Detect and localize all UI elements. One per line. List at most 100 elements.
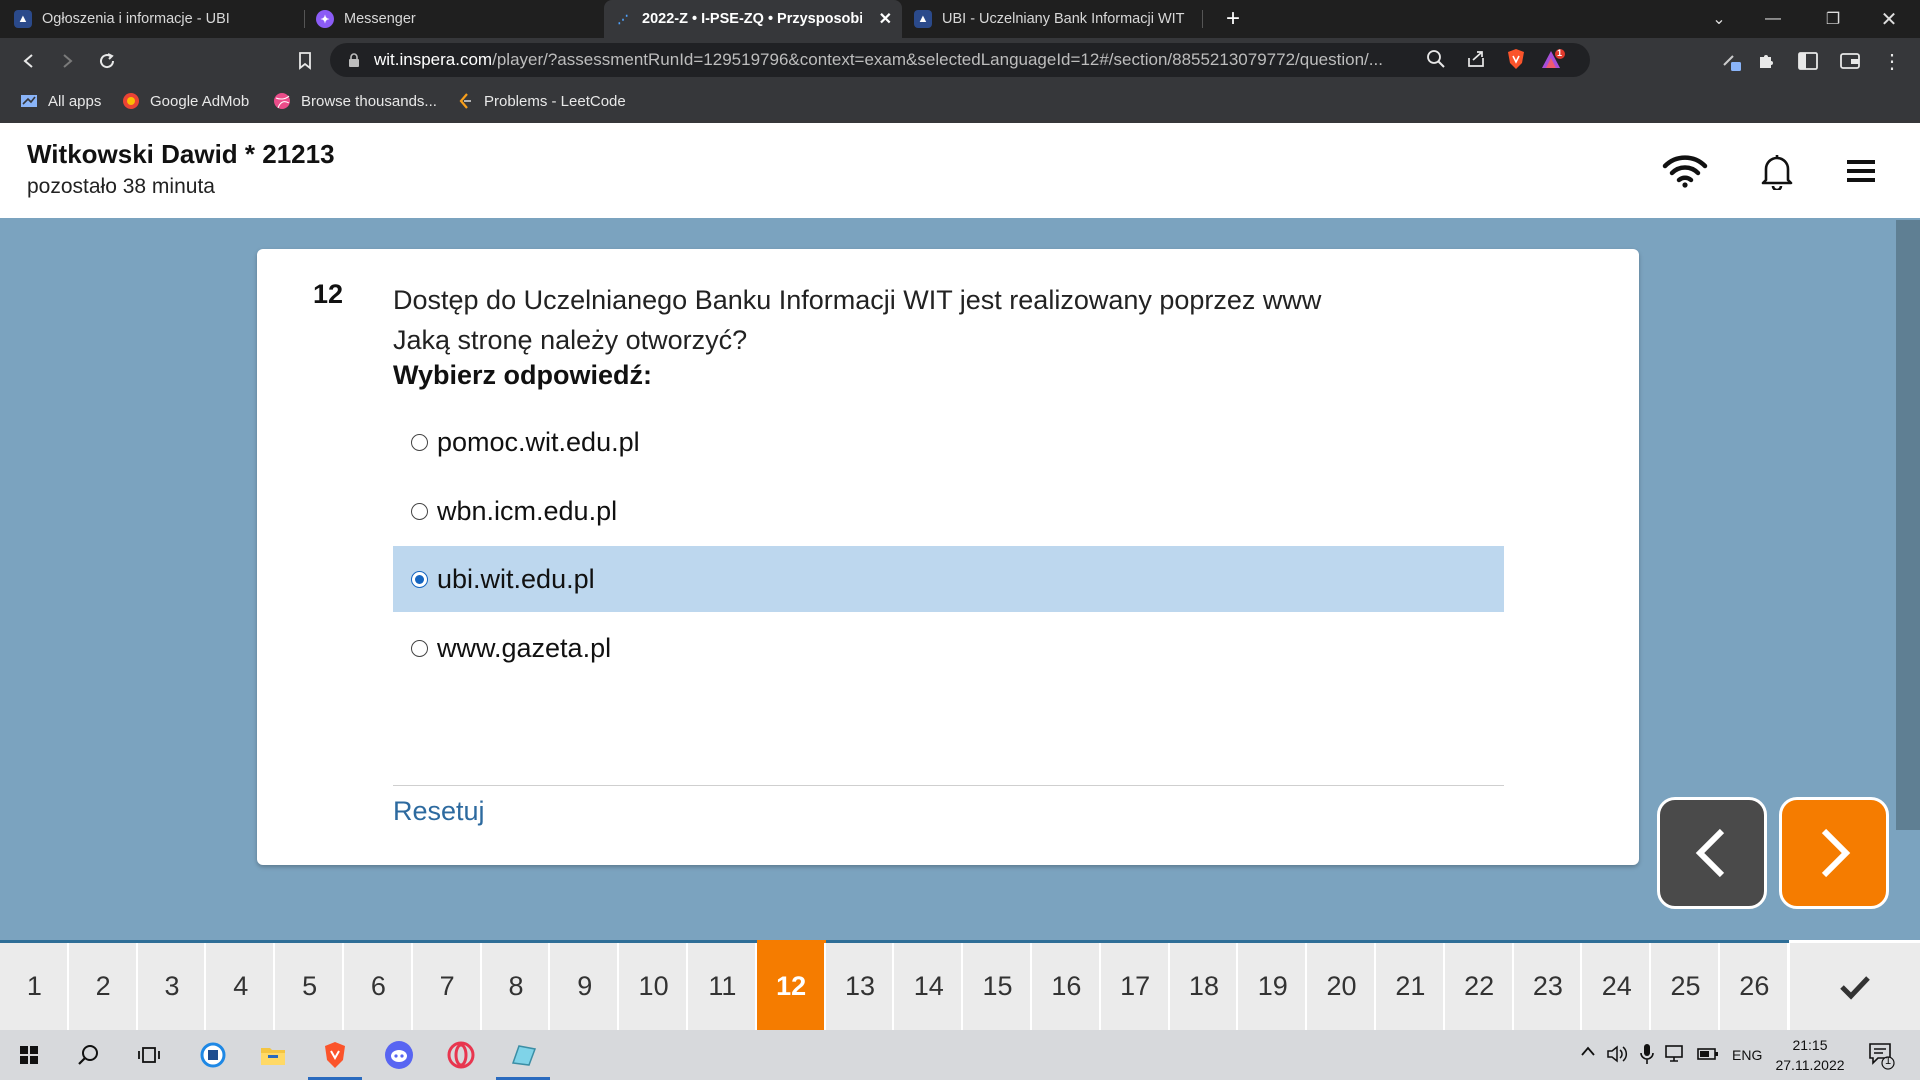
tab-ubi[interactable]: ▲ UBI - Uczelniany Bank Informacji WIT	[904, 0, 1200, 38]
chevron-right-icon	[1821, 828, 1851, 878]
finish-checkmark-button[interactable]	[1790, 940, 1920, 1030]
messenger-favicon-icon: ✦	[316, 10, 334, 28]
question-nav-item[interactable]: 8	[481, 940, 551, 1030]
task-view-button[interactable]	[120, 1030, 178, 1080]
question-nav-item[interactable]: 25	[1651, 940, 1720, 1030]
browser-tab-bar: ▲ Ogłoszenia i informacje - UBI ✦ Messen…	[0, 0, 1920, 38]
question-nav-item[interactable]: 14	[894, 940, 964, 1030]
new-tab-button[interactable]: +	[1218, 4, 1248, 34]
question-nav-item[interactable]: 9	[550, 940, 620, 1030]
bookmark-icon[interactable]	[290, 46, 320, 76]
question-nav-item[interactable]: 18	[1169, 940, 1239, 1030]
brave-browser-button[interactable]	[306, 1030, 364, 1080]
tab-exam[interactable]: ⋰ 2022-Z • I-PSE-ZQ • Przysposobie ✕	[604, 0, 902, 38]
question-nav-item[interactable]: 22	[1444, 940, 1514, 1030]
tab-messenger[interactable]: ✦ Messenger	[306, 0, 602, 38]
page-scrollbar[interactable]	[1896, 220, 1920, 830]
chevron-left-icon	[1695, 828, 1725, 878]
radio-button[interactable]	[411, 502, 428, 520]
taskbar-app[interactable]	[184, 1030, 242, 1080]
question-nav-item[interactable]: 5	[275, 940, 344, 1030]
question-nav-item[interactable]: 20	[1307, 940, 1376, 1030]
brave-rewards-icon[interactable]: 1	[1540, 48, 1566, 75]
answer-option[interactable]: wbn.icm.edu.pl	[393, 478, 1504, 544]
url-text[interactable]: wit.inspera.com/player/?assessmentRunId=…	[374, 50, 1424, 70]
tab-search-chevron-icon[interactable]: ⌄	[1696, 0, 1742, 38]
question-nav-item[interactable]: 23	[1513, 940, 1583, 1030]
question-nav-item[interactable]: 17	[1100, 940, 1170, 1030]
forward-button[interactable]	[52, 46, 82, 76]
bookmark-leetcode[interactable]: Problems - LeetCode	[456, 83, 626, 119]
question-nav-item[interactable]: 10	[619, 940, 688, 1030]
opera-button[interactable]	[432, 1030, 490, 1080]
bookmark-dribbble[interactable]: Browse thousands...	[273, 83, 437, 119]
reload-button[interactable]	[92, 46, 122, 76]
dribbble-icon	[274, 93, 290, 109]
share-icon[interactable]	[1466, 49, 1486, 74]
close-tab-icon[interactable]: ✕	[871, 9, 892, 29]
question-nav-item[interactable]: 24	[1582, 940, 1652, 1030]
previous-question-button[interactable]	[1657, 797, 1767, 909]
question-panel: 12 Dostęp do Uczelnianego Banku Informac…	[257, 249, 1639, 865]
answer-option[interactable]: www.gazeta.pl	[393, 615, 1504, 681]
question-nav-item[interactable]: 4	[206, 940, 276, 1030]
radio-button[interactable]	[411, 639, 428, 657]
input-language[interactable]: ENG	[1732, 1047, 1762, 1063]
radio-button-checked[interactable]	[411, 570, 428, 588]
tab-ogloszenia[interactable]: ▲ Ogłoszenia i informacje - UBI	[4, 0, 302, 38]
question-nav-item[interactable]: 13	[825, 940, 895, 1030]
bookmark-google-admob[interactable]: Google AdMob	[122, 83, 249, 119]
start-button[interactable]	[0, 1030, 58, 1080]
bookmark-all-apps[interactable]: All apps	[20, 83, 101, 119]
apps-icon	[21, 95, 37, 107]
file-explorer-button[interactable]	[244, 1030, 302, 1080]
hamburger-menu-icon[interactable]	[1836, 149, 1886, 193]
brave-shields-icon[interactable]	[1506, 48, 1526, 75]
question-nav-item[interactable]: 21	[1375, 940, 1445, 1030]
answer-option[interactable]: pomoc.wit.edu.pl	[393, 409, 1504, 475]
question-nav-item[interactable]: 15	[963, 940, 1032, 1030]
question-nav-item[interactable]: 3	[137, 940, 207, 1030]
taskbar-app-2[interactable]	[494, 1030, 552, 1080]
question-nav-item[interactable]: 6	[343, 940, 413, 1030]
tray-up-chevron-icon[interactable]	[1580, 1044, 1596, 1060]
wifi-icon[interactable]	[1660, 149, 1710, 193]
bookmarks-bar: All apps Google AdMob Browse thousands..…	[0, 83, 1920, 123]
microphone-icon[interactable]	[1640, 1043, 1654, 1068]
question-nav-item[interactable]: 12	[756, 940, 826, 1030]
question-nav-item[interactable]: 19	[1238, 940, 1308, 1030]
search-icon	[78, 1045, 98, 1065]
question-nav-item[interactable]: 7	[412, 940, 482, 1030]
radio-button[interactable]	[411, 433, 428, 451]
question-nav-item[interactable]: 16	[1031, 940, 1101, 1030]
wallet-icon[interactable]	[1836, 47, 1864, 75]
minimize-button[interactable]: —	[1750, 0, 1796, 38]
address-bar[interactable]: wit.inspera.com/player/?assessmentRunId=…	[330, 43, 1590, 77]
discord-button[interactable]	[370, 1030, 428, 1080]
close-window-button[interactable]: ✕	[1866, 0, 1912, 38]
question-number: 12	[313, 279, 344, 309]
extensions-puzzle-icon[interactable]	[1753, 47, 1781, 75]
zoom-icon[interactable]	[1426, 49, 1446, 74]
volume-icon[interactable]	[1606, 1044, 1628, 1067]
action-center-icon[interactable]: 1	[1868, 1042, 1896, 1073]
extension-pen-icon[interactable]	[1718, 47, 1746, 75]
next-question-button[interactable]	[1779, 797, 1889, 909]
question-navigation-items: 1 2 3 4 5 6 7 8 9 10 11 12 13 14 15 16 17 18 19 20 21 22 23 24 2…	[0, 940, 1789, 1030]
question-nav-item[interactable]: 1	[0, 940, 69, 1030]
battery-icon[interactable]	[1696, 1044, 1720, 1067]
question-nav-item[interactable]: 2	[68, 940, 138, 1030]
browser-menu-icon[interactable]: ⋮	[1878, 47, 1906, 75]
restore-button[interactable]: ❐	[1810, 0, 1856, 38]
sidebar-icon[interactable]	[1794, 47, 1822, 75]
reset-button[interactable]: Resetuj	[393, 796, 485, 827]
network-icon[interactable]	[1664, 1044, 1686, 1067]
question-nav-item[interactable]: 11	[687, 940, 757, 1030]
search-button[interactable]	[60, 1030, 118, 1080]
answer-option-selected[interactable]: ubi.wit.edu.pl	[393, 546, 1504, 612]
system-clock[interactable]: 21:15 27.11.2022	[1770, 1035, 1850, 1075]
opera-icon	[447, 1041, 475, 1069]
question-nav-item[interactable]: 26	[1719, 940, 1789, 1030]
notifications-bell-icon[interactable]	[1752, 149, 1802, 193]
back-button[interactable]	[14, 46, 44, 76]
